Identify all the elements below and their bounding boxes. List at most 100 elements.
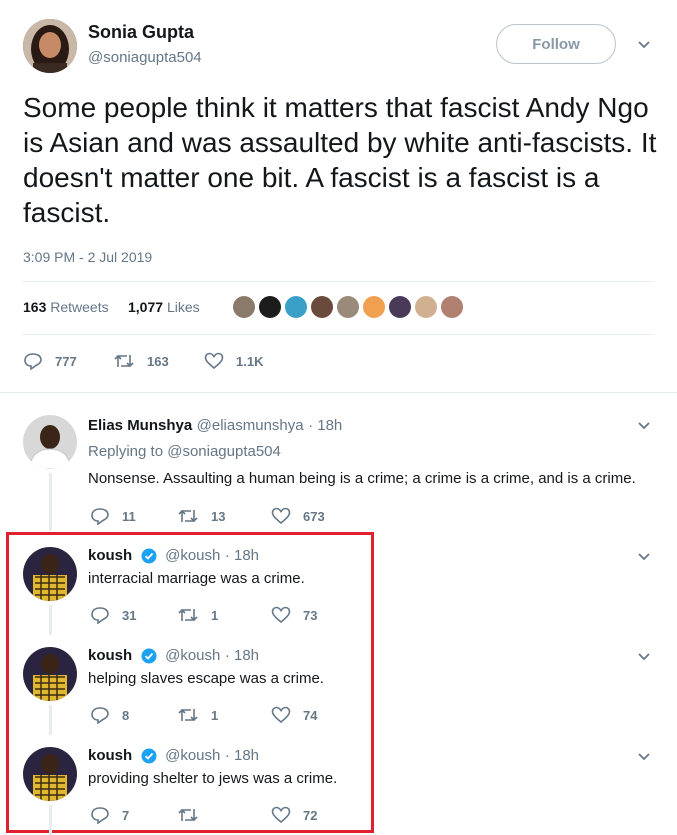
reply-avatar-image (23, 747, 77, 801)
reply-header: koush @koush · 18h (88, 747, 259, 765)
reply-count: 8 (122, 707, 130, 723)
reply-author-handle[interactable]: @koush (165, 647, 220, 664)
like-button[interactable]: 73 (271, 606, 317, 624)
retweets-label: Retweets (50, 299, 109, 315)
reply-avatar-image (23, 647, 77, 701)
liker-avatar[interactable] (337, 296, 359, 318)
reply-count: 777 (55, 353, 77, 369)
liker-avatar[interactable] (389, 296, 411, 318)
reply-author-name[interactable]: Elias Munshya (88, 417, 192, 434)
reply-count: 31 (122, 607, 137, 623)
like-count: 1.1K (236, 353, 264, 369)
heart-icon (271, 806, 291, 824)
liker-avatar[interactable] (311, 296, 333, 318)
heart-icon (271, 706, 291, 724)
reply-header: koush @koush · 18h (88, 647, 259, 665)
tweet-timestamp[interactable]: 3:09 PM - 2 Jul 2019 (23, 249, 152, 265)
like-count: 73 (303, 607, 318, 623)
reply-icon (91, 807, 109, 824)
reply-icon (91, 707, 109, 724)
reply-time[interactable]: · 18h (225, 547, 259, 564)
likes-label: Likes (166, 299, 200, 315)
retweet-icon (178, 509, 198, 523)
heart-icon (271, 507, 291, 525)
liker-avatar[interactable] (233, 296, 255, 318)
like-count: 74 (303, 707, 318, 723)
reply-button[interactable]: 31 (90, 606, 136, 624)
reply-avatar[interactable] (23, 647, 77, 701)
reply-button[interactable]: 8 (90, 706, 129, 724)
reply-text: helping slaves escape was a crime. (88, 670, 324, 687)
replying-to: Replying to @soniagupta504 (88, 443, 281, 460)
chevron-down-icon[interactable] (637, 650, 651, 664)
verified-badge-icon (141, 648, 157, 664)
retweet-count: 163 (147, 353, 169, 369)
reply-icon (24, 353, 42, 370)
reply-avatar[interactable] (23, 547, 77, 601)
reply-time[interactable]: · 18h (225, 747, 259, 764)
thread-line (49, 473, 52, 531)
liker-avatar[interactable] (441, 296, 463, 318)
retweet-button[interactable] (177, 806, 211, 824)
reply-button[interactable]: 11 (90, 507, 136, 525)
like-button[interactable]: 673 (271, 507, 325, 525)
like-button[interactable]: 74 (271, 706, 317, 724)
reply-count: 11 (122, 508, 136, 524)
retweet-button[interactable]: 1 (177, 606, 218, 624)
like-count: 72 (303, 807, 318, 823)
reply-time[interactable]: · 18h (225, 647, 259, 664)
liker-avatar[interactable] (415, 296, 437, 318)
author-avatar-image (23, 19, 77, 73)
liker-avatar[interactable] (363, 296, 385, 318)
retweet-count: 1 (211, 607, 219, 623)
retweet-button[interactable]: 13 (177, 507, 225, 525)
retweet-button[interactable]: 163 (113, 352, 169, 370)
thread-line (49, 805, 52, 835)
retweets-stat[interactable]: 163 Retweets (23, 299, 109, 315)
reply-count: 7 (122, 807, 130, 823)
reply-author-handle[interactable]: @koush (165, 747, 220, 764)
reply-author-name[interactable]: koush (88, 547, 132, 564)
verified-badge-icon (141, 548, 157, 564)
reply-avatar[interactable] (23, 415, 77, 469)
retweet-icon (114, 354, 134, 368)
reply-author-handle[interactable]: @eliasmunshya (197, 417, 304, 434)
reply-avatar-image (23, 415, 77, 469)
verified-badge-icon (141, 748, 157, 764)
reply-button[interactable]: 7 (90, 806, 129, 824)
reply-button[interactable]: 777 (23, 352, 77, 370)
reply-author-name[interactable]: koush (88, 747, 132, 764)
chevron-down-icon[interactable] (637, 750, 651, 764)
liker-avatar[interactable] (259, 296, 281, 318)
reply-text: Nonsense. Assaulting a human being is a … (88, 470, 636, 487)
like-button[interactable]: 72 (271, 806, 317, 824)
chevron-down-icon[interactable] (637, 419, 651, 433)
chevron-down-icon[interactable] (637, 550, 651, 564)
heart-icon (204, 352, 224, 370)
author-name[interactable]: Sonia Gupta (88, 22, 194, 43)
reply-avatar[interactable] (23, 747, 77, 801)
retweet-count: 13 (211, 508, 226, 524)
reply-text: providing shelter to jews was a crime. (88, 770, 338, 787)
heart-icon (271, 606, 291, 624)
reply-author-name[interactable]: koush (88, 647, 132, 664)
follow-button[interactable]: Follow (496, 24, 616, 64)
like-button[interactable]: 1.1K (204, 352, 263, 370)
author-avatar[interactable] (23, 19, 77, 73)
likes-stat[interactable]: 1,077 Likes (128, 299, 200, 315)
thread-line (49, 705, 52, 735)
retweet-button[interactable]: 1 (177, 706, 218, 724)
replying-to-handle[interactable]: @soniagupta504 (167, 443, 281, 460)
replying-to-prefix: Replying to (88, 443, 164, 460)
reply-text: interracial marriage was a crime. (88, 570, 305, 587)
thread-line (49, 605, 52, 635)
reply-header: koush @koush · 18h (88, 547, 259, 565)
liker-avatars[interactable] (233, 296, 467, 318)
divider (0, 392, 677, 393)
reply-icon (91, 607, 109, 624)
chevron-down-icon[interactable] (637, 38, 651, 52)
liker-avatar[interactable] (285, 296, 307, 318)
reply-author-handle[interactable]: @koush (165, 547, 220, 564)
author-handle[interactable]: @soniagupta504 (88, 49, 202, 66)
reply-time[interactable]: · 18h (308, 417, 342, 434)
